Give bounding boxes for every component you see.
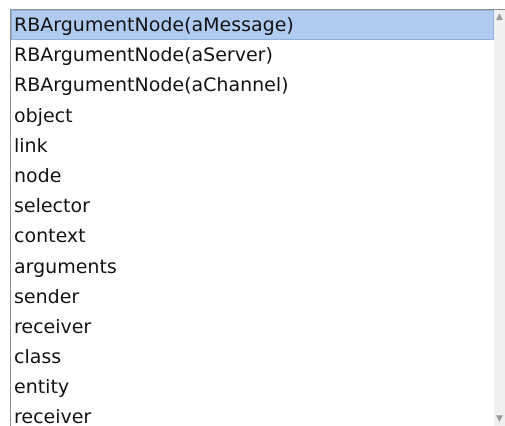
scroll-down-arrow-icon[interactable]: ▼ [495,415,504,424]
list-item[interactable]: class [11,342,494,372]
list-item[interactable]: RBArgumentNode(aServer) [11,40,494,70]
list-item[interactable]: receiver [11,312,494,342]
list-item[interactable]: receiver [11,402,494,426]
completion-items: RBArgumentNode(aMessage) RBArgumentNode(… [11,10,494,426]
list-item[interactable]: RBArgumentNode(aChannel) [11,70,494,100]
list-item[interactable]: selector [11,191,494,221]
list-item[interactable]: node [11,161,494,191]
list-item[interactable]: context [11,221,494,251]
list-item[interactable]: link [11,131,494,161]
list-item[interactable]: arguments [11,252,494,282]
completion-list[interactable]: RBArgumentNode(aMessage) RBArgumentNode(… [10,9,505,426]
list-item[interactable]: object [11,101,494,131]
list-item-selected[interactable]: RBArgumentNode(aMessage) [11,10,494,41]
vertical-scrollbar[interactable]: ▲ ▼ [494,10,505,426]
list-item[interactable]: sender [11,282,494,312]
list-item[interactable]: entity [11,372,494,402]
scroll-up-arrow-icon[interactable]: ▲ [495,13,504,22]
